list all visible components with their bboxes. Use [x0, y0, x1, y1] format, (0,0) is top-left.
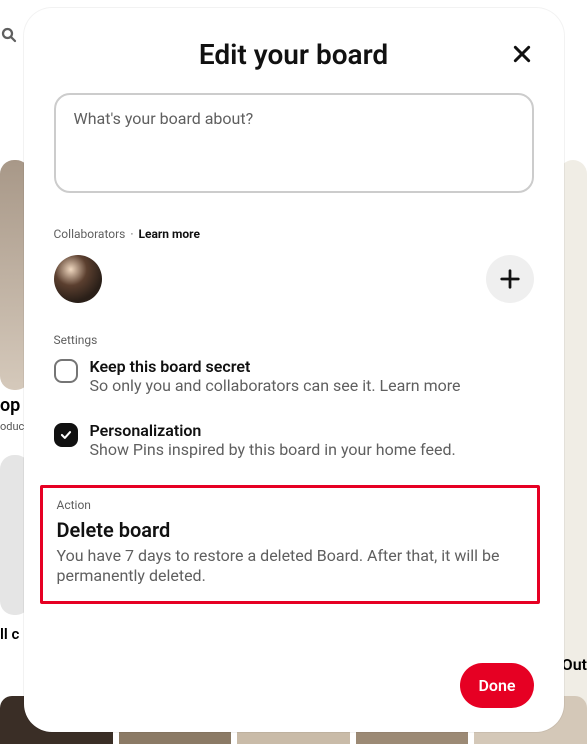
- secret-setting-row: Keep this board secret So only you and c…: [54, 357, 534, 397]
- avatar[interactable]: [54, 255, 102, 303]
- collaborators-row: [54, 255, 534, 303]
- personalization-checkbox[interactable]: [54, 423, 78, 447]
- modal-overlay: Edit your board Collaborators · Learn mo…: [0, 0, 587, 744]
- add-collaborator-button[interactable]: [486, 255, 534, 303]
- close-icon: [512, 44, 532, 64]
- secret-desc: So only you and collaborators can see it…: [90, 376, 461, 397]
- delete-board-action[interactable]: Action Delete board You have 7 days to r…: [40, 485, 540, 605]
- done-button[interactable]: Done: [460, 663, 533, 708]
- secret-text: Keep this board secret So only you and c…: [90, 357, 461, 397]
- personalization-title: Personalization: [90, 421, 456, 440]
- plus-icon: [499, 268, 521, 290]
- delete-desc: You have 7 days to restore a deleted Boa…: [57, 546, 523, 588]
- description-input[interactable]: [54, 93, 534, 193]
- collaborators-learn-more-link[interactable]: Learn more: [139, 227, 200, 241]
- secret-checkbox[interactable]: [54, 359, 78, 383]
- collaborators-label: Collaborators: [54, 227, 126, 241]
- modal-footer: Done: [24, 645, 564, 732]
- modal-title: Edit your board: [199, 38, 388, 71]
- personalization-setting-row: Personalization Show Pins inspired by th…: [54, 421, 534, 461]
- modal-body: Collaborators · Learn more Settings Keep…: [24, 93, 564, 645]
- check-icon: [59, 428, 73, 442]
- close-button[interactable]: [508, 40, 536, 68]
- settings-section: Settings Keep this board secret So only …: [54, 333, 534, 461]
- personalization-text: Personalization Show Pins inspired by th…: [90, 421, 456, 461]
- modal-header: Edit your board: [24, 8, 564, 93]
- secret-learn-more-link[interactable]: Learn more: [380, 376, 461, 395]
- delete-title: Delete board: [57, 518, 523, 542]
- separator: ·: [130, 227, 133, 241]
- collaborators-label-row: Collaborators · Learn more: [54, 227, 534, 241]
- secret-title: Keep this board secret: [90, 357, 461, 376]
- edit-board-modal: Edit your board Collaborators · Learn mo…: [24, 8, 564, 732]
- settings-label: Settings: [54, 333, 534, 347]
- action-label: Action: [57, 498, 523, 512]
- personalization-desc: Show Pins inspired by this board in your…: [90, 440, 456, 461]
